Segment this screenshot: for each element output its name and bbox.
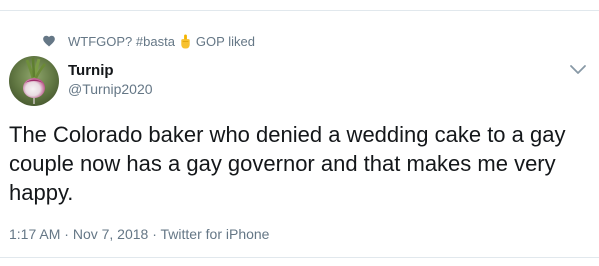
top-divider bbox=[0, 10, 599, 11]
meta-separator: · bbox=[64, 226, 69, 242]
tweet-source[interactable]: Twitter for iPhone bbox=[161, 226, 270, 242]
tweet-date[interactable]: Nov 7, 2018 bbox=[73, 226, 149, 242]
social-context-suffix[interactable]: GOP liked bbox=[196, 34, 255, 49]
chevron-down-icon[interactable] bbox=[569, 63, 587, 77]
tweet-time[interactable]: 1:17 AM bbox=[9, 226, 60, 242]
turnip-avatar-image bbox=[9, 56, 59, 106]
author-display-name[interactable]: Turnip bbox=[68, 62, 153, 80]
tweet-meta: 1:17 AM · Nov 7, 2018 · Twitter for iPho… bbox=[9, 226, 269, 242]
meta-separator: · bbox=[152, 226, 157, 242]
social-context-prefix[interactable]: WTFGOP? #basta bbox=[68, 34, 175, 49]
tweet-text: The Colorado baker who denied a wedding … bbox=[9, 122, 566, 205]
middle-finger-emoji-icon bbox=[181, 33, 190, 49]
author-handle[interactable]: @Turnip2020 bbox=[68, 80, 153, 98]
avatar[interactable] bbox=[9, 56, 59, 106]
bottom-divider bbox=[0, 257, 599, 258]
author-block[interactable]: Turnip @Turnip2020 bbox=[68, 62, 153, 98]
heart-icon bbox=[43, 35, 55, 47]
social-context: WTFGOP? #basta GOP liked bbox=[42, 33, 255, 49]
